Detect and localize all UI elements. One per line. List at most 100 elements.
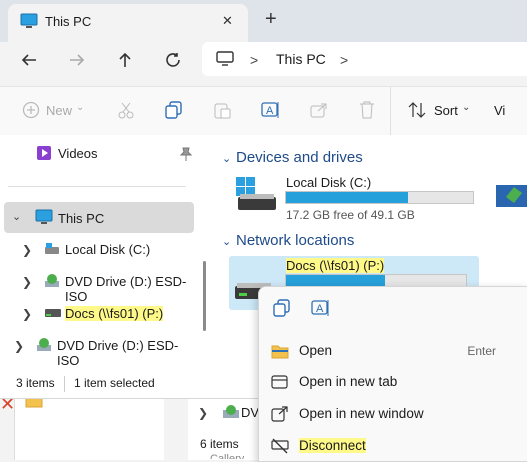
monitor-icon: [35, 209, 53, 224]
network-drive-icon: [45, 309, 61, 317]
videos-icon: [37, 146, 51, 160]
nav-divider: [8, 186, 186, 187]
menu-item-label: Open in new tab: [299, 374, 398, 389]
group-header-devices[interactable]: Devices and drives: [236, 149, 363, 166]
new-label: New: [46, 103, 73, 118]
bg-peek-label: Callery: [210, 453, 245, 459]
disconnect-drive-icon: [271, 438, 289, 454]
chevron-right-icon[interactable]: ❯: [14, 339, 24, 353]
nav-label: This PC: [58, 211, 105, 226]
dvd-drive-icon: [223, 405, 239, 418]
toolbar-divider: [390, 87, 391, 135]
menu-item-disconnect[interactable]: Disconnect: [259, 431, 527, 461]
dvd-drive-icon[interactable]: [494, 179, 527, 211]
nav-item-docs-network-drive[interactable]: ❯ Docs (\\fs01) (P:): [12, 303, 202, 325]
nav-label: DVD Drive (D:) ESD-ISO: [65, 274, 187, 304]
copy-icon[interactable]: [165, 101, 183, 119]
back-arrow-icon[interactable]: [20, 52, 38, 68]
nav-item-dvd-drive-esd[interactable]: ❯ DVD Drive (D:) ESD-ISO: [4, 335, 200, 368]
nav-item-local-disk[interactable]: ❯ Local Disk (C:): [12, 239, 202, 261]
menu-item-open[interactable]: Open Enter: [259, 336, 527, 366]
menu-item-open-new-tab[interactable]: Open in new tab: [259, 367, 527, 397]
local-disk-icon: [236, 177, 276, 210]
menu-item-open-new-window[interactable]: Open in new window: [259, 399, 527, 429]
title-bar: This PC ✕ +: [0, 0, 527, 42]
svg-text:A: A: [316, 303, 324, 315]
rename-icon[interactable]: A: [311, 298, 331, 318]
selection-count: 1 item selected: [74, 376, 155, 390]
bg-item-count: 6 items: [200, 437, 239, 451]
docs-usage-fill: [286, 275, 385, 286]
view-button[interactable]: Vi: [494, 101, 527, 121]
svg-text:A: A: [266, 105, 274, 117]
nav-label: DVD Drive (D:) ESD-ISO: [57, 338, 179, 368]
address-bar[interactable]: > This PC >: [202, 42, 527, 76]
context-menu: A Open Enter Open in new tab Open in new…: [258, 286, 527, 462]
new-tab-icon: [271, 375, 288, 389]
chevron-right-icon[interactable]: ❯: [22, 307, 32, 321]
nav-item-dvd-drive[interactable]: ❯ DVD Drive (D:) ESD-ISO: [12, 271, 202, 304]
address-row: > This PC >: [0, 42, 527, 78]
view-label: Vi: [494, 103, 506, 118]
cut-icon[interactable]: [117, 101, 135, 119]
rename-icon[interactable]: A: [261, 100, 281, 120]
nav-item-this-pc[interactable]: ⌄ This PC: [4, 202, 194, 233]
chevron-right-icon[interactable]: ❯: [198, 406, 208, 420]
dvd-drive-icon: [45, 274, 59, 287]
local-disk-usage-fill: [286, 192, 408, 203]
menu-item-label: Open in new window: [299, 406, 424, 421]
nav-label: Local Disk (C:): [65, 242, 151, 257]
nav-scrollbar-thumb[interactable]: [203, 261, 206, 331]
chevron-down-icon[interactable]: ⌄: [12, 210, 21, 223]
chevron-down-icon[interactable]: ⌄: [222, 235, 231, 248]
dvd-drive-icon: [37, 338, 51, 351]
nav-item-videos[interactable]: Videos: [20, 143, 198, 165]
pin-icon[interactable]: [180, 147, 192, 161]
drive-icon: [45, 243, 59, 254]
group-header-network[interactable]: Network locations: [236, 232, 354, 249]
local-disk-usage-bar: [285, 191, 474, 204]
copy-icon[interactable]: [273, 299, 291, 317]
refresh-icon[interactable]: [164, 51, 182, 69]
nav-label: Docs (\\fs01) (P:): [65, 306, 164, 321]
share-icon[interactable]: [310, 101, 328, 119]
drive-name: Docs (\\fs01) (P:): [286, 258, 385, 273]
up-arrow-icon[interactable]: [116, 51, 134, 69]
sort-button[interactable]: Sort ⌄: [408, 101, 478, 121]
tab-close-button[interactable]: ✕: [222, 13, 233, 29]
breadcrumb-separator[interactable]: >: [250, 52, 258, 68]
chevron-right-icon[interactable]: ❯: [22, 243, 32, 257]
drive-free-space: 17.2 GB free of 49.1 GB: [286, 208, 415, 222]
navigation-pane: Videos ⌄ This PC ❯ Local Disk (C:) ❯ DVD…: [0, 135, 212, 372]
new-button[interactable]: New ⌄: [20, 101, 90, 121]
menu-item-label: Disconnect: [299, 438, 366, 453]
sort-label: Sort: [434, 103, 458, 118]
computer-icon: [216, 51, 234, 66]
item-count: 3 items: [16, 376, 55, 390]
bg-drive-label: DV: [241, 405, 260, 420]
menu-item-label: Open: [299, 343, 333, 358]
nav-label: Videos: [58, 146, 98, 161]
menu-item-shortcut: Enter: [467, 344, 496, 358]
breadcrumb-this-pc[interactable]: This PC: [276, 51, 326, 67]
command-bar: New ⌄ A Sort ⌄ Vi: [0, 86, 527, 136]
chevron-right-icon[interactable]: ❯: [22, 275, 32, 289]
tab-this-pc[interactable]: This PC ✕: [8, 4, 248, 42]
plus-circle-icon: [22, 101, 40, 119]
open-new-window-icon: [271, 406, 288, 422]
bg-status: 6 items Callery: [188, 435, 268, 460]
breadcrumb-trail-separator[interactable]: >: [340, 52, 348, 68]
paste-icon[interactable]: [213, 101, 231, 119]
chevron-down-icon: ⌄: [76, 102, 85, 113]
chevron-down-icon[interactable]: ⌄: [222, 152, 231, 165]
drive-tile-local-disk[interactable]: Local Disk (C:) 17.2 GB free of 49.1 GB: [232, 173, 494, 223]
new-tab-button[interactable]: +: [265, 8, 277, 31]
chevron-down-icon: ⌄: [462, 102, 471, 113]
delete-icon[interactable]: [358, 100, 376, 120]
drive-name: Local Disk (C:): [286, 175, 372, 190]
forward-arrow-icon[interactable]: [68, 52, 86, 68]
monitor-icon: [20, 13, 38, 28]
tab-title: This PC: [45, 14, 92, 29]
status-divider: [64, 376, 65, 392]
folder-open-icon: [271, 345, 289, 359]
